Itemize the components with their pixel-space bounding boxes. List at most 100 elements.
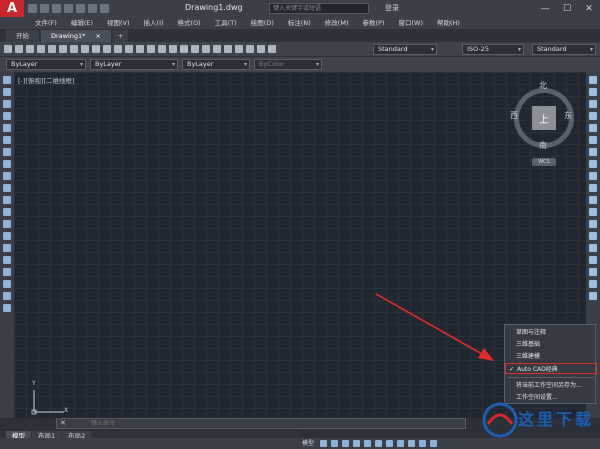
- autocad-logo-icon[interactable]: A: [0, 0, 24, 17]
- hatch-icon[interactable]: [3, 244, 11, 252]
- open-icon[interactable]: [15, 45, 23, 53]
- menu-file[interactable]: 文件(F): [28, 17, 64, 29]
- selection-cycling-icon[interactable]: [408, 440, 415, 447]
- circle-icon[interactable]: [3, 148, 11, 156]
- break-at-point-icon[interactable]: [589, 208, 597, 216]
- dim-style-select[interactable]: ISO-25: [462, 44, 524, 55]
- grid-toggle-icon[interactable]: [320, 440, 327, 447]
- new-file-icon[interactable]: [28, 4, 37, 13]
- save-icon[interactable]: [26, 45, 34, 53]
- chamfer-icon[interactable]: [589, 244, 597, 252]
- print-icon[interactable]: [76, 4, 85, 13]
- properties-icon[interactable]: [191, 45, 199, 53]
- print-icon[interactable]: [37, 45, 45, 53]
- menu-item-autocad-classic[interactable]: ✓ Auto CAD经典: [505, 363, 597, 374]
- menu-item-3d-basics[interactable]: 三维基础: [505, 339, 597, 350]
- construction-line-icon[interactable]: [3, 88, 11, 96]
- copy-icon[interactable]: [81, 45, 89, 53]
- save-as-icon[interactable]: [64, 4, 73, 13]
- polygon-icon[interactable]: [3, 112, 11, 120]
- menu-item-save-workspace-as[interactable]: 将当前工作空间另存为...: [505, 380, 597, 391]
- menu-modify[interactable]: 修改(M): [318, 17, 356, 29]
- paste-icon[interactable]: [92, 45, 100, 53]
- explode-icon[interactable]: [589, 280, 597, 288]
- transparency-toggle-icon[interactable]: [397, 440, 404, 447]
- sheet-set-icon[interactable]: [224, 45, 232, 53]
- layer-color-select[interactable]: ByLayer: [6, 59, 86, 70]
- extend-icon[interactable]: [589, 196, 597, 204]
- rectangle-icon[interactable]: [3, 124, 11, 132]
- menu-window[interactable]: 窗口(W): [391, 17, 430, 29]
- compass-south[interactable]: 南: [539, 140, 547, 151]
- lineweight-select[interactable]: ByLayer: [182, 59, 250, 70]
- plotstyle-select[interactable]: ByColor: [254, 59, 322, 70]
- scale-icon[interactable]: [589, 160, 597, 168]
- multiline-text-icon[interactable]: [3, 292, 11, 300]
- viewcube[interactable]: 北 南 东 西 上 WCS: [508, 80, 580, 166]
- compass-east[interactable]: 东: [564, 110, 572, 121]
- menu-parametric[interactable]: 参数(P): [355, 17, 391, 29]
- erase-icon[interactable]: [589, 76, 597, 84]
- block-editor-icon[interactable]: [114, 45, 122, 53]
- compass-west[interactable]: 西: [510, 110, 518, 121]
- offset-icon[interactable]: [589, 112, 597, 120]
- annotation-scale-icon[interactable]: [419, 440, 426, 447]
- menu-item-drafting-annotation[interactable]: 草图与注释: [505, 327, 597, 338]
- otrack-toggle-icon[interactable]: [375, 440, 382, 447]
- array-icon[interactable]: [589, 124, 597, 132]
- tool-palettes-icon[interactable]: [213, 45, 221, 53]
- menu-view[interactable]: 视图(V): [100, 17, 137, 29]
- redo-icon[interactable]: [136, 45, 144, 53]
- menu-dimension[interactable]: 标注(N): [281, 17, 318, 29]
- viewport-controls[interactable]: [-][俯视][二维线框]: [18, 75, 75, 85]
- undo-icon[interactable]: [88, 4, 97, 13]
- zoom-window-icon[interactable]: [169, 45, 177, 53]
- tab-start[interactable]: 开始: [6, 30, 39, 42]
- add-selected-icon[interactable]: [3, 304, 11, 312]
- fillet-icon[interactable]: [589, 256, 597, 264]
- model-space-label[interactable]: 模型: [302, 438, 314, 449]
- workspace-icon[interactable]: [589, 292, 597, 300]
- command-close-icon[interactable]: ✕: [60, 419, 66, 428]
- calculator-icon[interactable]: [246, 45, 254, 53]
- ortho-toggle-icon[interactable]: [342, 440, 349, 447]
- polyline-icon[interactable]: [3, 100, 11, 108]
- tab-close-icon[interactable]: ×: [96, 30, 101, 42]
- viewcube-top-face[interactable]: 上: [532, 106, 556, 130]
- text-style-select[interactable]: Standard: [373, 44, 437, 55]
- arc-icon[interactable]: [3, 136, 11, 144]
- menu-help[interactable]: 帮助(H): [430, 17, 467, 29]
- mirror-icon[interactable]: [589, 100, 597, 108]
- match-properties-icon[interactable]: [103, 45, 111, 53]
- design-center-icon[interactable]: [202, 45, 210, 53]
- help-icon[interactable]: [257, 45, 265, 53]
- line-tool-icon[interactable]: [3, 76, 11, 84]
- menu-format[interactable]: 格式(O): [171, 17, 208, 29]
- new-tab-button[interactable]: +: [113, 30, 129, 42]
- spline-icon[interactable]: [3, 172, 11, 180]
- menu-insert[interactable]: 插入(I): [137, 17, 171, 29]
- ellipse-icon[interactable]: [3, 184, 11, 192]
- linetype-select[interactable]: ByLayer: [90, 59, 178, 70]
- menu-item-3d-modeling[interactable]: 三维建模: [505, 351, 597, 362]
- cut-icon[interactable]: [70, 45, 78, 53]
- rotate-icon[interactable]: [589, 148, 597, 156]
- ellipse-arc-icon[interactable]: [3, 196, 11, 204]
- menu-edit[interactable]: 编辑(E): [64, 17, 100, 29]
- redo-icon[interactable]: [100, 4, 109, 13]
- stretch-icon[interactable]: [589, 172, 597, 180]
- table-style-select[interactable]: Standard: [532, 44, 596, 55]
- trim-icon[interactable]: [589, 184, 597, 192]
- move-icon[interactable]: [589, 136, 597, 144]
- snap-toggle-icon[interactable]: [331, 440, 338, 447]
- zoom-previous-icon[interactable]: [180, 45, 188, 53]
- wcs-menu-button[interactable]: WCS: [532, 158, 556, 166]
- workspace-switch-icon[interactable]: [430, 440, 437, 447]
- close-button[interactable]: ✕: [578, 0, 600, 17]
- point-icon[interactable]: [3, 232, 11, 240]
- join-icon[interactable]: [589, 232, 597, 240]
- command-input[interactable]: [91, 419, 451, 428]
- polar-toggle-icon[interactable]: [353, 440, 360, 447]
- copy-object-icon[interactable]: [589, 88, 597, 96]
- drawing-canvas[interactable]: [-][俯视][二维线框] 北 南 东 西 上 WCS Y X: [14, 72, 586, 418]
